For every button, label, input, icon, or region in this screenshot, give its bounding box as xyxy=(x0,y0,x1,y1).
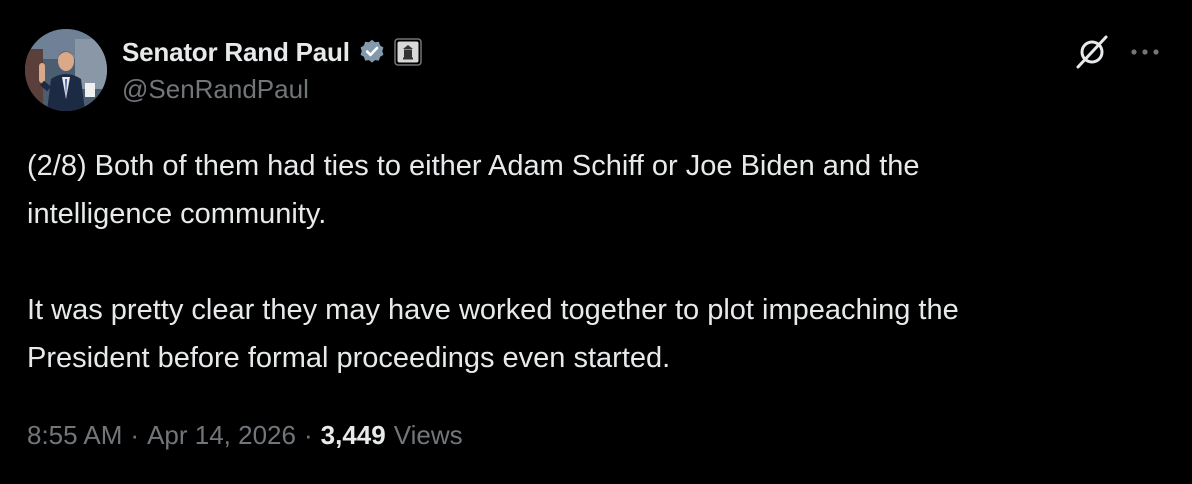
author-display-name[interactable]: Senator Rand Paul xyxy=(122,37,350,68)
more-options-icon[interactable] xyxy=(1130,47,1160,57)
tweet-card: Senator Rand Paul @SenRandPaul (2/8) Bot… xyxy=(0,0,1192,484)
views-label[interactable]: Views xyxy=(394,420,463,451)
author-name-row: Senator Rand Paul xyxy=(122,34,422,70)
tweet-date[interactable]: Apr 14, 2026 xyxy=(147,420,296,451)
tweet-paragraph: It was pretty clear they may have worked… xyxy=(27,294,959,374)
tweet-meta: 8:55 AM · Apr 14, 2026 · 3,449 Views xyxy=(27,420,463,451)
views-count[interactable]: 3,449 xyxy=(321,420,386,451)
author-handle[interactable]: @SenRandPaul xyxy=(122,74,309,105)
government-building-icon[interactable] xyxy=(394,38,422,66)
avatar[interactable] xyxy=(25,29,107,111)
meta-separator: · xyxy=(303,420,313,450)
verified-check-icon[interactable] xyxy=(358,38,386,66)
avatar-photo xyxy=(25,29,107,111)
meta-separator: · xyxy=(130,420,140,450)
grok-icon[interactable] xyxy=(1074,34,1110,70)
tweet-text: (2/8) Both of them had ties to either Ad… xyxy=(27,142,1167,382)
tweet-paragraph: (2/8) Both of them had ties to either Ad… xyxy=(27,150,920,230)
tweet-top-actions xyxy=(1074,34,1160,70)
tweet-time[interactable]: 8:55 AM xyxy=(27,420,122,451)
